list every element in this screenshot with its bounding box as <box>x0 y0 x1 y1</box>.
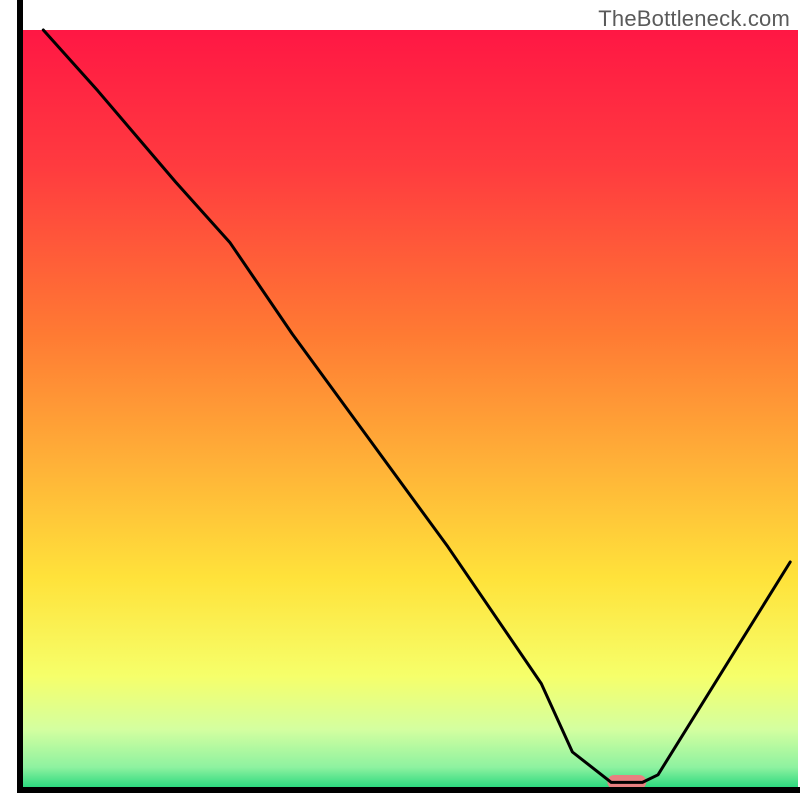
watermark-text: TheBottleneck.com <box>598 6 790 32</box>
bottleneck-chart <box>0 0 800 800</box>
chart-container: TheBottleneck.com <box>0 0 800 800</box>
gradient-background <box>20 30 798 790</box>
